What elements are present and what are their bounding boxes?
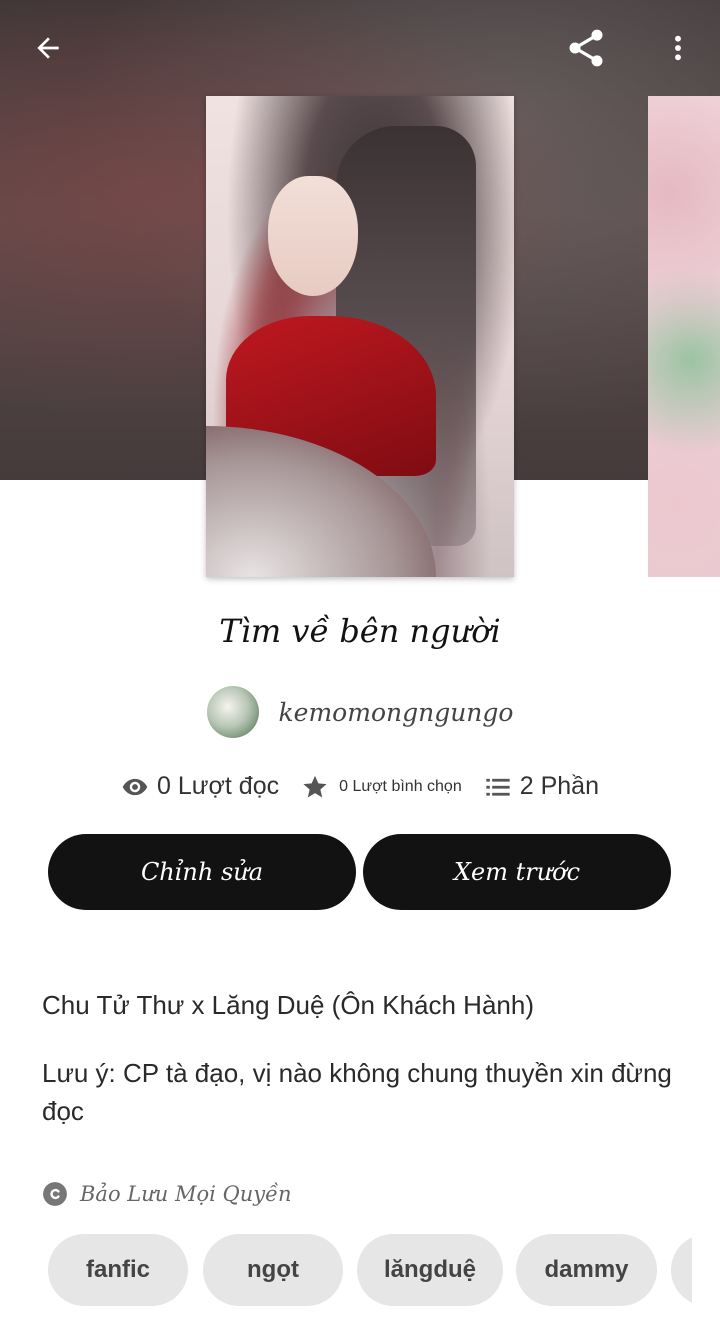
votes-stat: 0 Lượt bình chọn [301, 773, 462, 801]
author-avatar[interactable] [206, 686, 259, 738]
copyright-icon [43, 1182, 67, 1206]
copyright-label: Bảo Lưu Mọi Quyền [80, 1182, 292, 1206]
back-button[interactable] [20, 20, 76, 76]
tag-chip[interactable]: ngọt [203, 1234, 343, 1306]
tag-chip[interactable]: fanfic [48, 1234, 188, 1306]
edit-button[interactable]: Chỉnh sửa [48, 834, 356, 910]
votes-count: 0 Lượt bình chọn [339, 777, 462, 795]
story-description: Chu Tử Thư x Lăng Duệ (Ôn Khách Hành) Lư… [42, 986, 692, 1130]
author-row[interactable]: kemomongngungo [0, 686, 720, 738]
preview-button[interactable]: Xem trước [363, 834, 671, 910]
tag-chip[interactable]: lăngduệ [357, 1234, 503, 1306]
story-cover[interactable] [206, 96, 514, 577]
story-title: Tìm về bên người [219, 612, 501, 650]
next-story-cover[interactable] [648, 96, 720, 577]
more-vert-icon [675, 35, 681, 61]
copyright-notice: Bảo Lưu Mọi Quyền [42, 1181, 292, 1207]
description-line-1: Chu Tử Thư x Lăng Duệ (Ôn Khách Hành) [42, 990, 534, 1020]
top-bar [0, 0, 720, 96]
description-line-2: Lưu ý: CP tà đạo, vị nào không chung thu… [42, 1058, 672, 1126]
star-icon [303, 775, 327, 797]
more-options-button[interactable] [650, 20, 706, 76]
author-name[interactable]: kemomongngungo [279, 698, 514, 727]
back-arrow-icon [37, 37, 59, 59]
story-stats: 0 Lượt đọc 0 Lượt bình chọn 2 Phần [0, 772, 720, 801]
cover-art-face [268, 176, 358, 296]
parts-stat[interactable]: 2 Phần [484, 772, 599, 801]
eye-icon [122, 778, 148, 795]
tag-chip[interactable]: dammy [516, 1234, 657, 1306]
list-icon [486, 778, 510, 796]
tag-chip-partial[interactable] [671, 1234, 692, 1306]
share-icon [569, 29, 603, 67]
reads-count: 0 Lượt đọc [157, 772, 280, 800]
reads-stat: 0 Lượt đọc [121, 772, 279, 801]
share-button[interactable] [558, 20, 614, 76]
tag-list: fanfic ngọt lăngduệ dammy [48, 1234, 692, 1306]
parts-count[interactable]: 2 Phần [520, 772, 599, 801]
